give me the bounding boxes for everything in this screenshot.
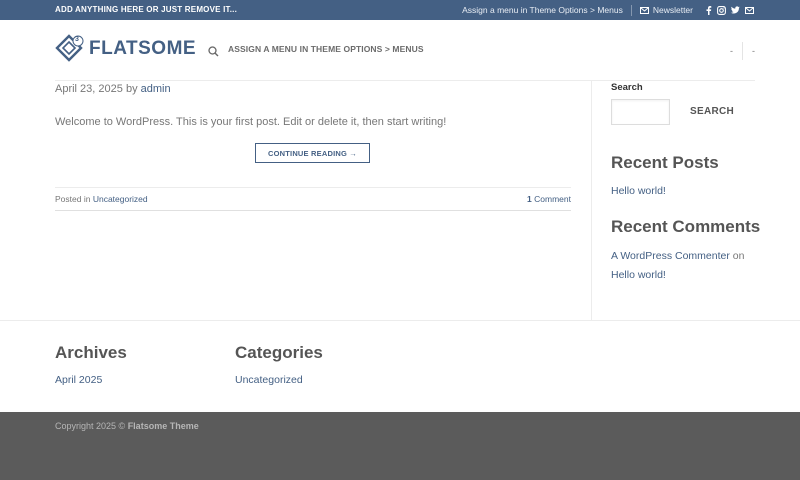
post-author-link[interactable]: admin xyxy=(141,83,171,95)
category-widget-link[interactable]: Uncategorized xyxy=(235,374,303,386)
facebook-icon[interactable] xyxy=(705,5,712,15)
newsletter-link[interactable]: Newsletter xyxy=(639,5,693,15)
sidebar-divider xyxy=(591,80,592,321)
copyright-prefix: Copyright 2025 © xyxy=(55,421,126,431)
commenter-link[interactable]: A WordPress Commenter xyxy=(611,250,730,262)
post-by: by xyxy=(125,83,138,95)
copyright-text: Copyright 2025 © Flatsome Theme xyxy=(55,421,199,431)
comments-link[interactable]: 1 Comment xyxy=(527,194,571,204)
recent-post-link[interactable]: Hello world! xyxy=(611,185,666,197)
sidebar-search-input[interactable] xyxy=(611,99,670,125)
header-right-item-2[interactable]: - xyxy=(752,46,755,56)
twitter-icon[interactable] xyxy=(731,6,740,14)
theme-name: Flatsome Theme xyxy=(127,421,199,431)
recent-posts-title: Recent Posts xyxy=(611,153,719,172)
comment-on-word: on xyxy=(732,250,745,262)
site-logo[interactable]: 3 FLATSOME xyxy=(55,34,196,64)
category-link[interactable]: Uncategorized xyxy=(93,194,148,204)
header-right-nav: - - xyxy=(730,42,755,60)
footer-widgets: Archives April 2025 Categories Uncategor… xyxy=(0,320,800,412)
header-divider xyxy=(742,42,743,60)
post-date[interactable]: April 23, 2025 xyxy=(55,83,123,95)
instagram-icon[interactable] xyxy=(717,5,726,15)
recent-comments-title: Recent Comments xyxy=(611,217,761,236)
header-divider-line xyxy=(55,80,755,81)
sidebar-search-button[interactable]: SEARCH xyxy=(690,106,734,117)
header-right-item-1[interactable]: - xyxy=(730,46,733,56)
post-category: Posted in Uncategorized xyxy=(55,194,148,204)
site-footer: Copyright 2025 © Flatsome Theme xyxy=(0,412,800,480)
sidebar-search-label: Search xyxy=(611,82,643,93)
post-meta: April 23, 2025 by admin xyxy=(55,83,171,95)
archive-link[interactable]: April 2025 xyxy=(55,374,102,386)
comment-count: 1 xyxy=(527,194,532,204)
logo-badge-number: 3 xyxy=(75,36,79,43)
envelope-icon xyxy=(639,6,649,14)
post-footer: Posted in Uncategorized 1 Comment xyxy=(55,187,571,211)
continue-reading-button[interactable]: CONTINUE READING → xyxy=(255,143,370,163)
post-excerpt: Welcome to WordPress. This is your first… xyxy=(55,116,447,128)
site-header: 3 FLATSOME ASSIGN A MENU IN THEME OPTION… xyxy=(0,20,800,81)
email-icon[interactable] xyxy=(745,6,754,14)
categories-title: Categories xyxy=(235,343,323,362)
header-search-button[interactable] xyxy=(208,44,219,62)
social-icons xyxy=(705,5,754,15)
top-bar-right: Assign a menu in Theme Options > Menus N… xyxy=(462,4,754,16)
header-menu-placeholder[interactable]: ASSIGN A MENU IN THEME OPTIONS > MENUS xyxy=(228,44,424,54)
top-bar-menu-link[interactable]: Assign a menu in Theme Options > Menus xyxy=(462,5,623,15)
comment-label: Comment xyxy=(534,194,571,204)
search-icon xyxy=(208,46,219,57)
top-bar: ADD ANYTHING HERE OR JUST REMOVE IT... A… xyxy=(0,0,800,20)
posted-in-label: Posted in xyxy=(55,194,91,204)
comment-post-link[interactable]: Hello world! xyxy=(611,269,666,281)
newsletter-label: Newsletter xyxy=(652,5,693,15)
top-bar-message: ADD ANYTHING HERE OR JUST REMOVE IT... xyxy=(55,5,237,14)
recent-comment-line: A WordPress Commenter on xyxy=(611,250,744,262)
logo-wordmark: FLATSOME xyxy=(89,38,197,59)
archives-title: Archives xyxy=(55,343,127,362)
flatsome-logo-icon xyxy=(55,34,84,62)
top-bar-divider xyxy=(630,4,632,16)
